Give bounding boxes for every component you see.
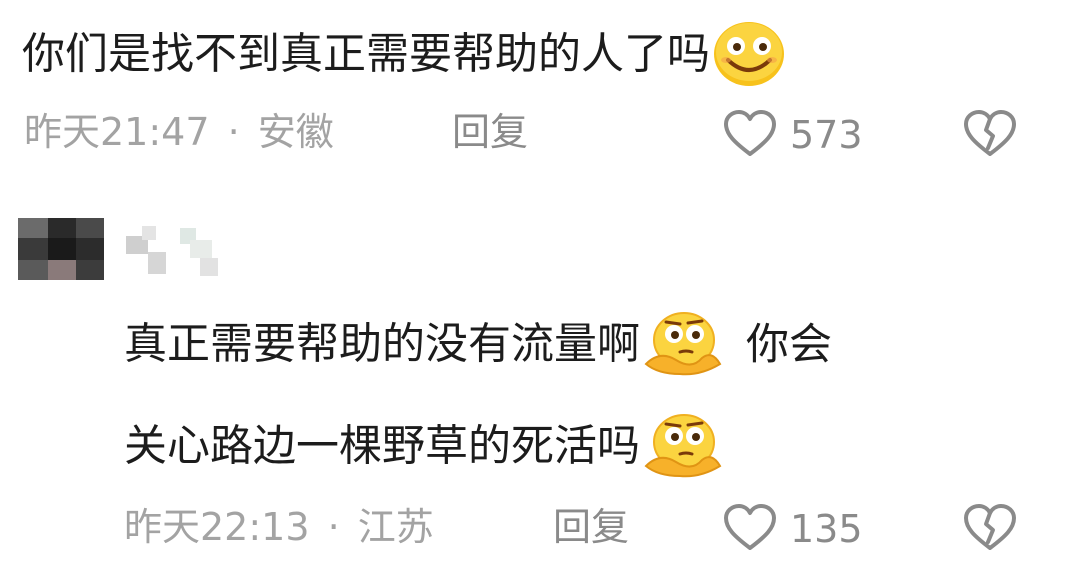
comment-2-dislike-button[interactable] (962, 502, 1018, 556)
broken-heart-icon (962, 504, 1018, 556)
comment-1-separator: · (227, 110, 240, 154)
comment-2-like-count: 135 (790, 507, 863, 551)
thinking-face-icon (640, 412, 726, 486)
comment-1-like-button[interactable]: 573 (722, 108, 863, 162)
comment-1-like-count: 573 (790, 113, 863, 157)
thinking-face-icon (640, 310, 726, 384)
username-blurred[interactable] (120, 222, 228, 280)
comment-2-text-line-2: 关心路边一棵野草的死活吗 (124, 421, 640, 472)
avatar[interactable] (18, 218, 104, 280)
comment-2-text-line-1-tail: 你会 (746, 319, 832, 370)
comment-2-reply-button[interactable]: 回复 (553, 508, 629, 546)
comment-2-location: 江苏 (357, 505, 434, 549)
comment-1-reply-button[interactable]: 回复 (452, 113, 528, 151)
comment-1-meta: 昨天21:47 · 安徽 (24, 113, 334, 151)
heart-icon (722, 502, 778, 556)
comment-2-time: 昨天22:13 (124, 505, 310, 549)
comment-2-line-1: 真正需要帮助的没有流量啊 你会 (124, 310, 832, 384)
comment-1-time: 昨天21:47 (24, 110, 210, 154)
comment-2-like-button[interactable]: 135 (722, 502, 863, 556)
comment-1-location: 安徽 (257, 110, 334, 154)
broken-heart-icon (962, 110, 1018, 162)
comment-2-separator: · (327, 505, 340, 549)
comment-1-body: 你们是找不到真正需要帮助的人了吗 (22, 18, 786, 96)
comment-2-text-line-1: 真正需要帮助的没有流量啊 (124, 319, 640, 370)
comment-2-meta: 昨天22:13 · 江苏 (124, 508, 434, 546)
heart-icon (722, 108, 778, 162)
smiling-face-icon (712, 18, 786, 96)
comment-1-text: 你们是找不到真正需要帮助的人了吗 (22, 29, 710, 80)
comment-1-dislike-button[interactable] (962, 108, 1018, 162)
comment-2-line-2: 关心路边一棵野草的死活吗 (124, 412, 726, 486)
